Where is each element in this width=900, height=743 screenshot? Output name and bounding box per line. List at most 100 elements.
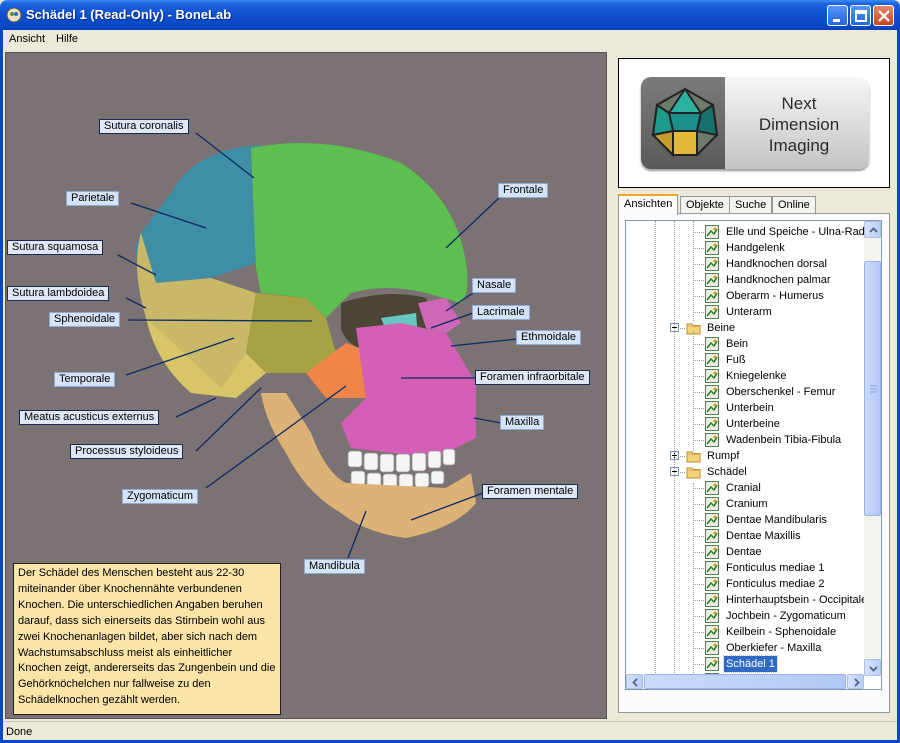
label-frontale[interactable]: Frontale xyxy=(498,183,549,198)
scroll-up-button[interactable] xyxy=(864,221,881,238)
label-meatus-acusticus-externus[interactable]: Meatus acusticus externus xyxy=(19,410,160,425)
tree-connector xyxy=(693,616,704,617)
tree-connector xyxy=(693,360,704,361)
tree-node-label: Rumpf xyxy=(707,450,740,462)
close-icon xyxy=(878,10,890,22)
tree-node-label: Wadenbein Tibia-Fibula xyxy=(726,434,842,446)
label-foramen-infraorbitale[interactable]: Foramen infraorbitale xyxy=(475,370,590,385)
tab-online[interactable]: Online xyxy=(772,196,816,214)
label-mandibula[interactable]: Mandibula xyxy=(304,559,365,574)
label-lacrimale[interactable]: Lacrimale xyxy=(472,305,530,320)
grip-icon xyxy=(870,385,877,393)
menu-ansicht-label: Ansicht xyxy=(9,33,46,45)
minimize-icon xyxy=(833,19,840,22)
view-item-icon xyxy=(705,657,719,671)
chevron-right-icon xyxy=(854,678,860,687)
tree-horizontal-scrollbar[interactable] xyxy=(626,674,864,689)
label-processus-styloideus[interactable]: Processus styloideus xyxy=(70,444,184,459)
tree-node-label: Dentae xyxy=(726,546,762,558)
view-item-icon xyxy=(705,641,719,655)
view-item-icon xyxy=(705,385,719,399)
tree-connector xyxy=(693,440,704,441)
tree-connector xyxy=(674,221,675,689)
horizontal-scroll-thumb[interactable] xyxy=(644,674,846,689)
view-item-icon xyxy=(705,289,719,303)
tree-node-label: Unterbeine xyxy=(726,418,780,430)
label-foramen-mentale[interactable]: Foramen mentale xyxy=(482,484,579,499)
tree-connector xyxy=(693,520,704,521)
tree-node-label: Unterarm xyxy=(726,306,772,318)
scroll-thumb[interactable] xyxy=(864,261,881,516)
menu-hilfe[interactable]: Hilfe xyxy=(56,33,78,45)
tree-node-label: Keilbein - Sphenoidale xyxy=(726,626,837,638)
chevron-down-icon xyxy=(869,666,878,672)
tree-connector xyxy=(693,488,704,489)
label-parietale[interactable]: Parietale xyxy=(66,191,120,206)
tree-connector xyxy=(693,504,704,505)
tab-objekte[interactable]: Objekte xyxy=(680,196,730,214)
tab-content-ansichten: Elle und Speiche - Ulna-Radius Handgelenk… xyxy=(618,213,890,713)
label-sutura-lambdoidea[interactable]: Sutura lambdoidea xyxy=(7,286,110,301)
tab-suche[interactable]: Suche xyxy=(729,196,773,214)
label-sutura-coronalis[interactable]: Sutura coronalis xyxy=(99,119,189,134)
tree-node-label: Beine xyxy=(707,322,736,334)
logo-panel: Next Dimension Imaging xyxy=(618,58,890,188)
label-nasale[interactable]: Nasale xyxy=(472,278,517,293)
scroll-down-button[interactable] xyxy=(864,659,881,676)
view-item-icon xyxy=(705,609,719,623)
logo-line-next: Next xyxy=(781,94,817,113)
tree-connector xyxy=(693,344,704,345)
tree-node-label: Oberarm - Humerus xyxy=(726,290,824,302)
tree-connector xyxy=(693,264,704,265)
menu-ansicht[interactable]: Ansicht xyxy=(9,33,45,45)
tree-connector xyxy=(693,648,704,649)
tree-node-label: Cranium xyxy=(726,498,768,510)
bonelab-app-icon xyxy=(6,7,22,23)
view-tree[interactable]: Elle und Speiche - Ulna-Radius Handgelenk… xyxy=(625,220,882,690)
tree-connector xyxy=(693,312,704,313)
minimize-button[interactable] xyxy=(827,5,848,26)
tree-connector xyxy=(693,632,704,633)
tree-connector xyxy=(693,221,694,321)
tree-connector xyxy=(693,424,704,425)
tree-node-label: Dentae Maxillis xyxy=(726,530,801,542)
tree-connector xyxy=(693,232,704,233)
tree-node-label: Hinterhauptsbein - Occipitale xyxy=(726,594,868,606)
scroll-right-button[interactable] xyxy=(847,674,864,689)
view-item-icon xyxy=(705,337,719,351)
menu-hilfe-label: Hilfe xyxy=(56,33,79,45)
view-item-icon xyxy=(705,401,719,415)
scroll-left-button[interactable] xyxy=(626,674,643,689)
tree-node-label: Dentae Mandibularis xyxy=(726,514,827,526)
view-item-icon xyxy=(705,561,719,575)
close-button[interactable] xyxy=(873,5,894,26)
tree-node-label: Fonticulus mediae 1 xyxy=(726,562,825,574)
maximize-button[interactable] xyxy=(850,5,871,26)
tree-connector xyxy=(693,248,704,249)
tree-connector xyxy=(693,568,704,569)
label-sutura-squamosa[interactable]: Sutura squamosa xyxy=(7,240,104,255)
view-item-icon xyxy=(705,241,719,255)
view-item-icon xyxy=(705,305,719,319)
chevron-left-icon xyxy=(632,678,638,687)
skull-3d-viewport[interactable]: Sutura coronalis Parietale Sutura squamo… xyxy=(5,52,607,719)
label-temporale[interactable]: Temporale xyxy=(54,372,116,387)
tree-node-label: Bein xyxy=(726,338,749,350)
view-item-icon xyxy=(705,593,719,607)
tab-ansichten[interactable]: Ansichten xyxy=(618,194,679,215)
label-sphenoidale[interactable]: Sphenoidale xyxy=(49,312,121,327)
tree-node-label: Elle und Speiche - Ulna-Radius xyxy=(726,226,879,238)
label-maxilla[interactable]: Maxilla xyxy=(500,415,545,430)
view-item-icon xyxy=(705,625,719,639)
view-item-icon xyxy=(705,417,719,431)
tree-node-label: Handknochen palmar xyxy=(726,274,831,286)
panel-splitter[interactable] xyxy=(608,52,613,719)
tree-connector xyxy=(693,376,704,377)
tree-vertical-scrollbar[interactable] xyxy=(864,221,881,676)
tree-connector xyxy=(693,536,704,537)
tree-node-label: Fonticulus mediae 2 xyxy=(726,578,825,590)
tree-node-label: Oberkiefer - Maxilla xyxy=(726,642,822,654)
label-zygomaticum[interactable]: Zygomaticum xyxy=(122,489,199,504)
label-ethmoidale[interactable]: Ethmoidale xyxy=(516,330,582,345)
tree-connector xyxy=(693,664,704,665)
